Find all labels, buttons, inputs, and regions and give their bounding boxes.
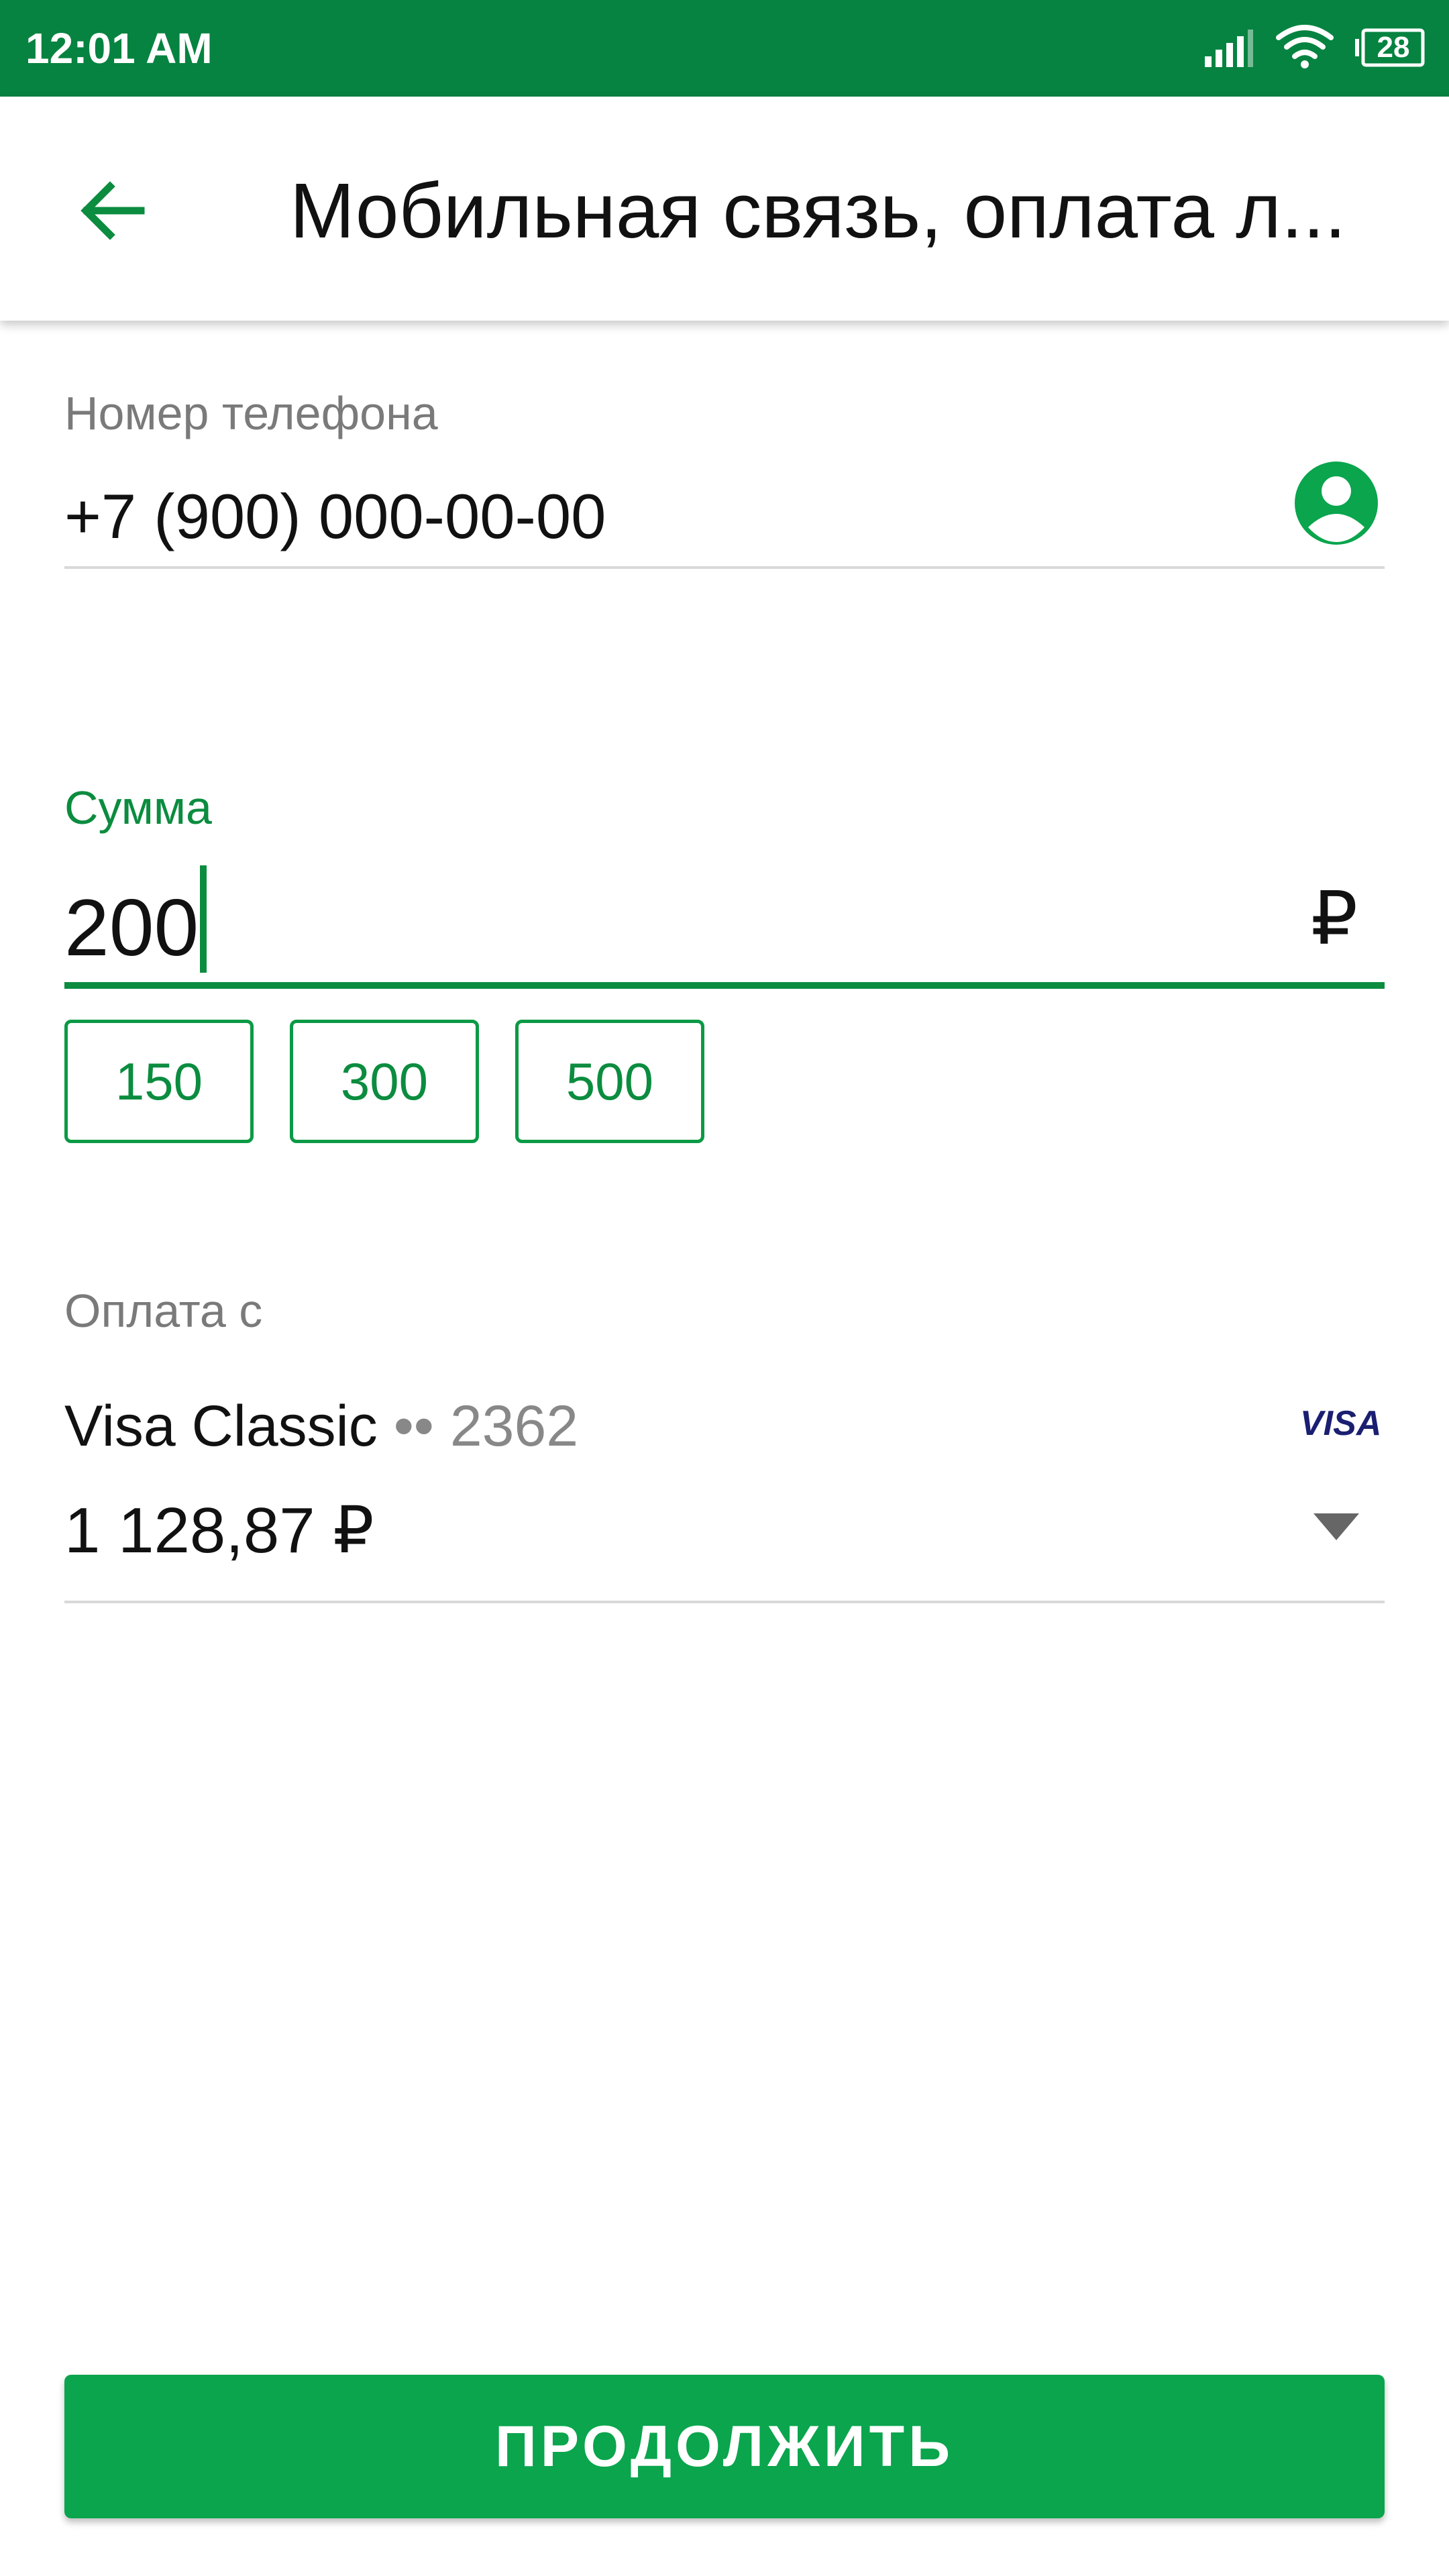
card-selector[interactable]: Visa Classic •• 2362 (64, 1391, 578, 1461)
quick-amount-500-button[interactable]: 500 (515, 1020, 704, 1143)
continue-button[interactable]: ПРОДОЛЖИТЬ (64, 2375, 1385, 2518)
phone-label: Номер телефона (64, 387, 438, 439)
amount-label: Сумма (64, 782, 212, 834)
visa-logo: VISA (1300, 1404, 1382, 1443)
card-mask: •• 2362 (393, 1394, 579, 1458)
contact-icon[interactable] (1293, 460, 1379, 546)
page-title: Мобильная связь, оплата л... (290, 167, 1346, 254)
payment-label: Оплата с (64, 1285, 263, 1337)
amount-underline (64, 982, 1385, 989)
chevron-down-icon[interactable] (1313, 1513, 1359, 1540)
quick-amount-150-button[interactable]: 150 (64, 1020, 254, 1143)
payment-underline (64, 1601, 1385, 1603)
quick-amount-300-button[interactable]: 300 (290, 1020, 479, 1143)
battery-level: 28 (1377, 31, 1410, 64)
text-cursor (200, 865, 207, 973)
app-bar: Мобильная связь, оплата л... (0, 97, 1449, 321)
currency-symbol: ₽ (1311, 877, 1358, 960)
wifi-icon (1276, 25, 1334, 68)
signal-icon (1205, 30, 1253, 67)
card-name: Visa Classic (64, 1394, 378, 1458)
phone-input[interactable]: +7 (900) 000-00-00 (64, 478, 606, 555)
amount-input[interactable]: 200 (64, 877, 199, 978)
arrow-left-icon[interactable] (67, 164, 161, 258)
phone-underline (64, 566, 1385, 569)
status-time: 12:01 AM (25, 24, 213, 72)
status-bar: 12:01 AM 28 (0, 0, 1449, 97)
card-balance: 1 128,87 ₽ (64, 1495, 374, 1566)
